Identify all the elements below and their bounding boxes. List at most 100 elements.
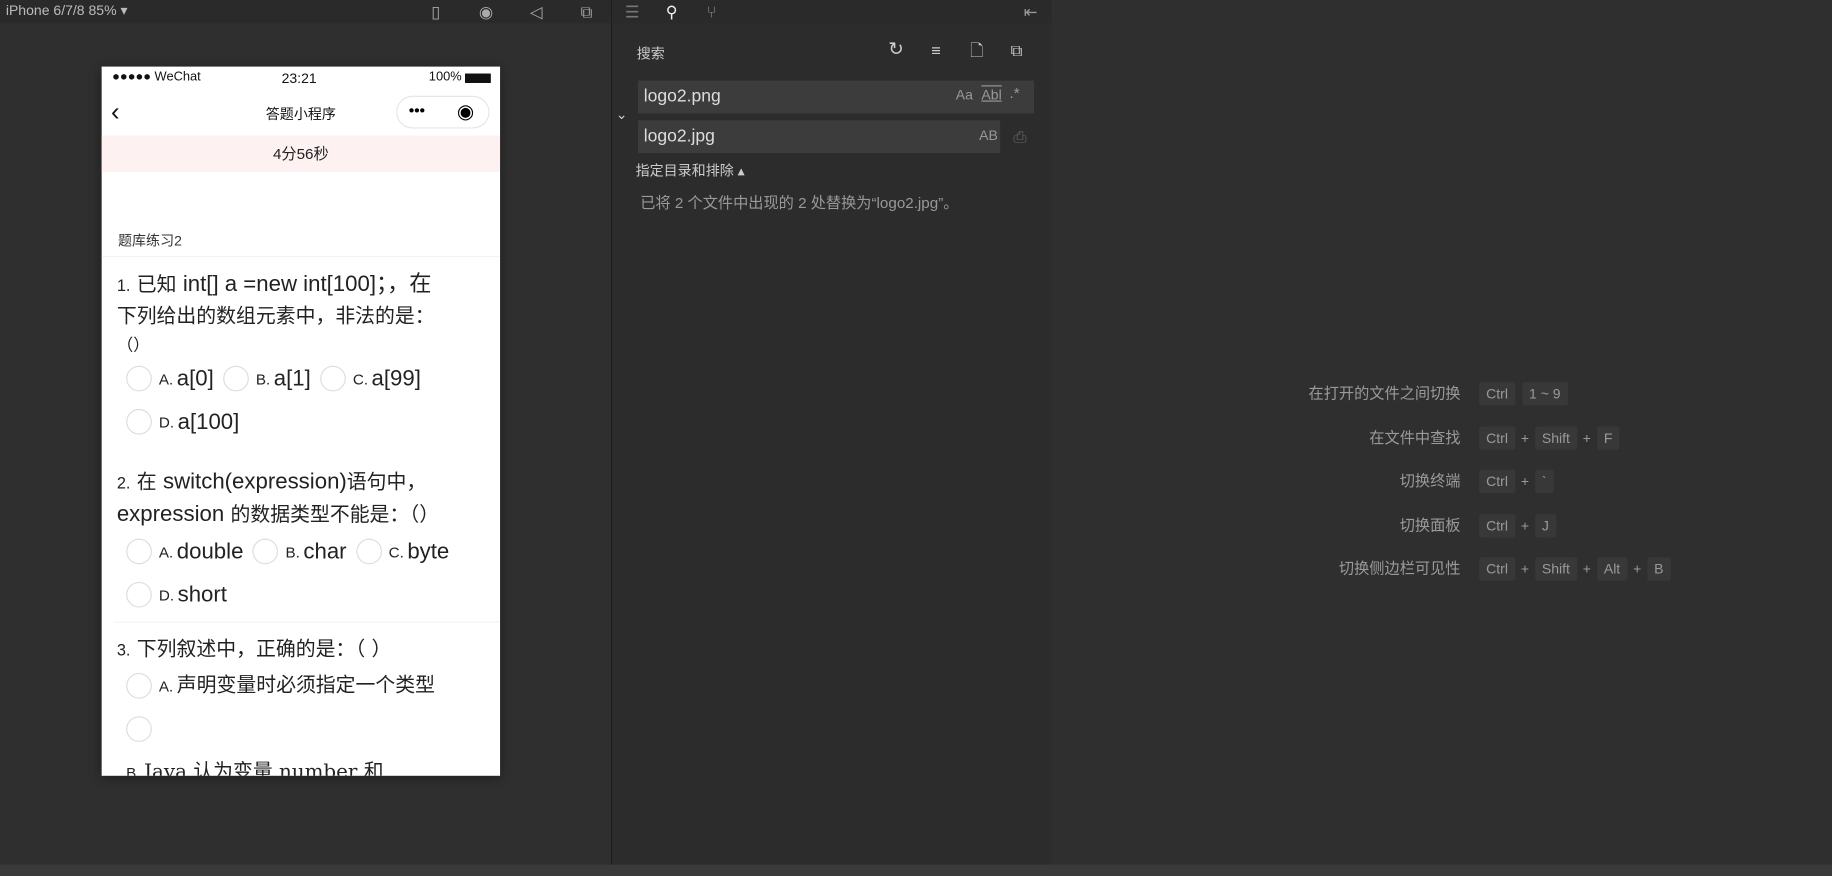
key-separator: + xyxy=(1520,473,1530,490)
close-miniprogram-icon[interactable]: ◉ xyxy=(457,100,474,123)
shortcut-label: 在文件中查找 xyxy=(1369,428,1461,446)
key-cap: B xyxy=(1647,557,1671,581)
key-cap: 1 ~ 9 xyxy=(1522,382,1568,406)
option-b[interactable]: B. char xyxy=(252,532,347,572)
radio[interactable] xyxy=(126,365,152,392)
key-cap: J xyxy=(1534,513,1556,537)
shortcut-label: 在打开的文件之间切换 xyxy=(1308,384,1461,402)
toggle-replace-chevron-icon[interactable]: ⌄ xyxy=(616,106,628,122)
key-cap: ` xyxy=(1534,469,1554,494)
question-2: 2. 在 switch(expression)语句中， expression 的… xyxy=(117,466,497,618)
search-input[interactable]: logo2.png xyxy=(637,80,1035,114)
key-cap: Ctrl xyxy=(1479,469,1515,494)
shortcut-row: 在文件中查找 Ctrl + Shift + F xyxy=(1052,425,1832,451)
radio[interactable] xyxy=(355,538,382,565)
refresh-icon[interactable]: ↻ xyxy=(884,39,907,62)
simulator-panel: iPhone 6/7/8 85% ▾ ▯ ◉ ◁ ⧉ ●●●●● WeChat … xyxy=(0,0,612,865)
sound-icon[interactable]: ◁ xyxy=(525,0,548,23)
option-a[interactable]: A. a[0] xyxy=(126,359,214,399)
key-cap: Ctrl xyxy=(1479,513,1515,537)
shortcut-row: 切换侧边栏可见性 Ctrl + Shift + Alt + B xyxy=(1052,556,1832,582)
clock: 23:21 xyxy=(281,70,317,87)
phone-screen: ●●●●● WeChat 23:21 100% ‹ 答题小程序 ••• ◉ 4分… xyxy=(101,66,501,776)
status-bar xyxy=(0,864,1832,876)
window-icon[interactable]: ⧉ xyxy=(575,0,598,23)
shortcut-row: 在打开的文件之间切换 Ctrl 1 ~ 9 xyxy=(1052,381,1832,407)
key-separator: + xyxy=(1520,517,1530,534)
shortcut-keys: Ctrl + ` xyxy=(1479,469,1554,495)
preserve-case-icon[interactable]: AB xyxy=(979,127,998,143)
shortcut-keys: Ctrl + J xyxy=(1479,512,1556,538)
option-a[interactable]: A. double xyxy=(126,532,243,572)
key-cap: Ctrl xyxy=(1479,382,1515,406)
timer: 4分56秒 xyxy=(101,135,501,172)
search-sidebar: ☰ ⚲ ⑂ ⇤ 搜索 ↻ ≡ 🗋 ⧉ ⌄ logo2.png Aa Abl .*… xyxy=(612,0,1052,865)
activity-bar: ☰ ⚲ ⑂ ⇤ xyxy=(612,0,1052,24)
regex-icon[interactable]: .* xyxy=(1009,84,1019,102)
option-a[interactable]: A. 声明变量时必须指定一个类型 xyxy=(126,666,435,706)
key-cap: Ctrl xyxy=(1479,557,1515,581)
radio[interactable] xyxy=(126,672,152,699)
shortcut-keys: Ctrl + Shift + Alt + B xyxy=(1479,556,1671,582)
replace-input[interactable]: logo2.jpg xyxy=(637,120,1001,154)
shortcut-keys: Ctrl + Shift + F xyxy=(1479,425,1620,451)
key-separator: + xyxy=(1633,560,1642,578)
option-c[interactable]: C. a[99] xyxy=(320,359,421,399)
more-icon[interactable]: ••• xyxy=(409,102,425,120)
simulator-toolbar: iPhone 6/7/8 85% ▾ ▯ ◉ ◁ ⧉ xyxy=(0,0,612,24)
radio[interactable] xyxy=(252,538,279,565)
battery-icon xyxy=(465,73,491,83)
search-title: 搜索 xyxy=(636,45,665,62)
editor-empty-area: 在打开的文件之间切换 Ctrl 1 ~ 9 在文件中查找 Ctrl + Shift + F 切换终… xyxy=(1051,0,1832,865)
option-d[interactable]: D. a[100] xyxy=(126,402,239,442)
match-case-icon[interactable]: Aa xyxy=(956,86,973,102)
phone-icon[interactable]: ▯ xyxy=(424,0,447,23)
shortcut-row: 切换终端 Ctrl + ` xyxy=(1052,469,1832,495)
key-cap: Shift xyxy=(1534,557,1577,581)
shortcut-label: 切换终端 xyxy=(1399,472,1461,490)
shortcut-row: 切换面板 Ctrl + J xyxy=(1052,512,1832,538)
radio[interactable] xyxy=(320,365,346,392)
shortcut-keys: Ctrl 1 ~ 9 xyxy=(1479,381,1568,407)
key-cap: Ctrl xyxy=(1479,425,1515,450)
clear-results-icon[interactable]: ≡ xyxy=(924,39,947,62)
radio[interactable] xyxy=(126,538,152,565)
option-b[interactable]: B. a[1] xyxy=(223,359,311,399)
search-icon[interactable]: ⚲ xyxy=(660,0,683,23)
option-d[interactable]: D. short xyxy=(126,575,227,615)
radio[interactable] xyxy=(223,365,249,392)
key-cap: F xyxy=(1596,425,1620,450)
whole-word-icon[interactable]: Abl xyxy=(981,86,1001,102)
key-separator: + xyxy=(1520,560,1530,578)
include-exclude-toggle[interactable]: 指定目录和排除 ▴ xyxy=(636,160,745,180)
radio[interactable] xyxy=(126,716,152,742)
key-cap: Alt xyxy=(1596,557,1628,581)
section-title: 题库练习2 xyxy=(118,232,182,249)
carrier: ●●●●● WeChat xyxy=(112,70,201,85)
device-label: iPhone 6/7/8 85% xyxy=(5,2,117,19)
option-b[interactable]: B. Java 认为变量 number 和 xyxy=(126,752,383,776)
capsule-menu: ••• ◉ xyxy=(396,95,490,129)
key-separator: + xyxy=(1582,429,1591,446)
replace-all-icon[interactable]: ⎙ xyxy=(1008,125,1031,148)
collapse-sidebar-icon[interactable]: ⇤ xyxy=(1019,0,1042,23)
option-c[interactable]: C. byte xyxy=(355,532,449,572)
shortcut-label: 切换面板 xyxy=(1399,515,1461,534)
explorer-icon[interactable]: ☰ xyxy=(620,0,643,23)
key-separator: + xyxy=(1582,560,1591,578)
radio[interactable] xyxy=(126,408,152,435)
question-1: 1. 已知 int[] a =new int[100]；，在 下列给出的数组元素… xyxy=(117,269,491,445)
shortcut-label: 切换侧边栏可见性 xyxy=(1338,559,1461,578)
radio[interactable] xyxy=(126,581,152,608)
battery-text: 100% xyxy=(428,70,462,85)
new-search-editor-icon[interactable]: 🗋 xyxy=(965,39,988,62)
question-3: 3. 下列叙述中，正确的是：（ ） A. 声明变量时必须指定一个类型 B. Java… xyxy=(117,634,497,776)
key-cap: Shift xyxy=(1534,425,1577,450)
record-icon[interactable]: ◉ xyxy=(474,0,497,23)
collapse-all-icon[interactable]: ⧉ xyxy=(1005,39,1028,62)
device-select[interactable]: iPhone 6/7/8 85% ▾ xyxy=(6,2,128,18)
result-message: 已将 2 个文件中出现的 2 处替换为“logo2.jpg”。 xyxy=(640,193,959,212)
source-control-icon[interactable]: ⑂ xyxy=(700,0,723,23)
key-separator: + xyxy=(1520,429,1530,446)
option-b-radio[interactable] xyxy=(126,709,159,749)
